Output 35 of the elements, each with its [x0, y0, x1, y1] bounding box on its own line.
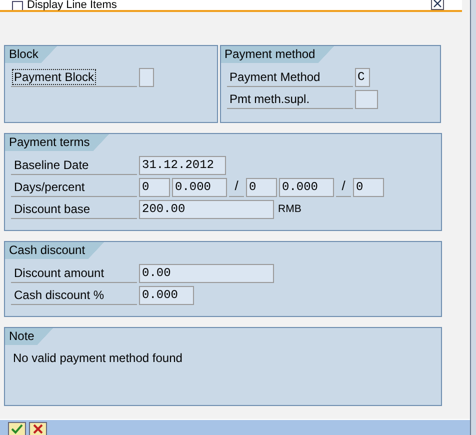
field-label: Days/percent: [11, 177, 137, 197]
cross-icon: [33, 424, 43, 434]
group-title: Block: [5, 46, 58, 63]
unit-text: RMB: [278, 203, 302, 215]
field-label: Discount amount: [11, 263, 137, 283]
cancel-button[interactable]: [29, 422, 47, 435]
input-field[interactable]: 31.12.2012: [139, 156, 226, 174]
check-icon: [11, 424, 23, 434]
close-icon[interactable]: [431, 0, 444, 10]
group-title: Note: [5, 328, 54, 345]
input-field[interactable]: 0.000: [172, 178, 227, 196]
input-field[interactable]: [354, 90, 378, 108]
confirm-button[interactable]: [8, 422, 26, 435]
input-field[interactable]: 200.00: [139, 200, 274, 218]
separator-text: /: [229, 177, 244, 197]
input-field[interactable]: 0: [353, 178, 384, 196]
separator-text: /: [336, 177, 351, 197]
field-label: Payment Method: [226, 67, 353, 87]
field-label: Cash discount %: [11, 285, 137, 305]
field-label: Pmt meth.supl.: [226, 89, 353, 109]
group-title: Payment terms: [5, 134, 109, 151]
input-field[interactable]: 0: [246, 178, 277, 196]
input-field[interactable]: 0: [139, 178, 170, 196]
group-title: Cash discount: [5, 242, 104, 259]
field-label: Payment Block: [11, 67, 137, 87]
input-field[interactable]: 0.000: [139, 286, 194, 304]
input-field[interactable]: [139, 68, 154, 86]
input-field[interactable]: C: [354, 68, 370, 86]
input-field[interactable]: 0.00: [139, 264, 274, 282]
field-label: Baseline Date: [11, 155, 137, 175]
input-field[interactable]: 0.000: [279, 178, 334, 196]
note-text: No valid payment method found: [13, 351, 182, 365]
window-title: Display Line Items: [27, 0, 117, 10]
group-title: Payment method: [220, 46, 334, 63]
field-label: Discount base: [11, 199, 137, 219]
